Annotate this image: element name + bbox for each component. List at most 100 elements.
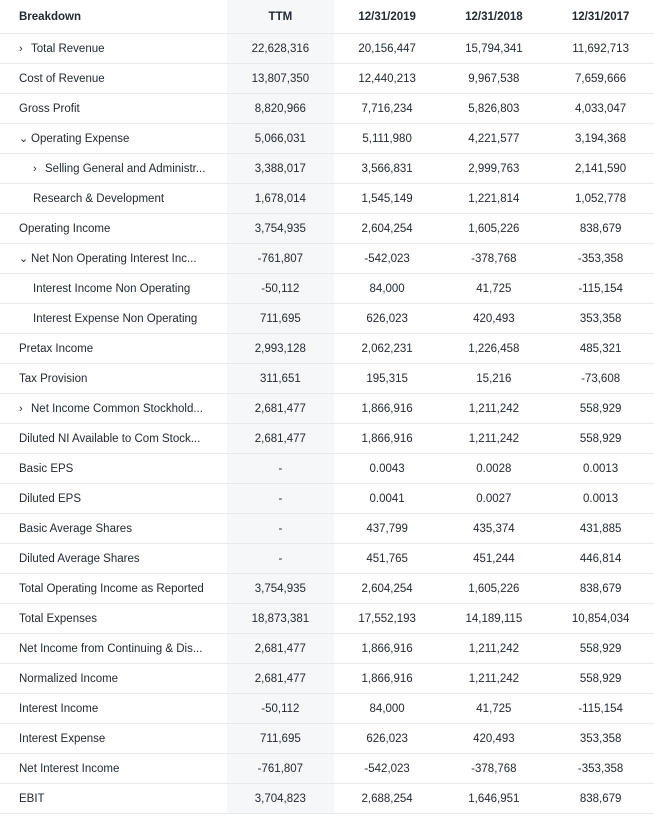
- value-cell: 1,866,916: [361, 642, 413, 655]
- value-cell: 1,226,458: [468, 342, 520, 355]
- table-row: Interest Expense Non Operating 711,695 6…: [0, 304, 654, 334]
- row-label: Interest Income Non Operating: [33, 282, 191, 295]
- row-label: Cost of Revenue: [19, 72, 105, 85]
- row-label: Diluted EPS: [19, 492, 82, 505]
- value-cell: -378,768: [471, 252, 517, 265]
- value-cell: -: [227, 484, 334, 513]
- row-label: Basic Average Shares: [19, 522, 132, 535]
- value-cell: 2,681,477: [227, 664, 334, 693]
- table-row: Operating Income 3,754,935 2,604,254 1,6…: [0, 214, 654, 244]
- period-header-2017: 12/31/2017: [571, 10, 630, 23]
- table-row[interactable]: › Selling General and Administr... 3,388,…: [0, 154, 654, 184]
- value-cell: 0.0043: [369, 462, 405, 475]
- value-cell: 3,194,368: [575, 132, 627, 145]
- value-cell: 7,659,666: [575, 72, 627, 85]
- table-row: Interest Income -50,112 84,000 41,725 -1…: [0, 694, 654, 724]
- value-cell: 2,604,254: [361, 222, 413, 235]
- row-label: Net Income from Continuing & Dis...: [19, 642, 203, 655]
- value-cell: 14,189,115: [465, 612, 523, 625]
- table-row[interactable]: › Total Revenue 22,628,316 20,156,447 15,…: [0, 34, 654, 64]
- chevron-right-icon[interactable]: ›: [19, 403, 31, 415]
- table-row: Pretax Income 2,993,128 2,062,231 1,226,…: [0, 334, 654, 364]
- period-header-ttm: TTM: [227, 0, 334, 33]
- table-row: Gross Profit 8,820,966 7,716,234 5,826,8…: [0, 94, 654, 124]
- value-cell: 437,799: [366, 522, 408, 535]
- value-cell: 353,358: [579, 732, 622, 745]
- row-label[interactable]: › Net Income Common Stockhold...: [0, 403, 227, 415]
- value-cell: -: [227, 544, 334, 573]
- table-row[interactable]: ⌄ Net Non Operating Interest Inc... -761,…: [0, 244, 654, 274]
- value-cell: 558,929: [579, 672, 622, 685]
- table-row[interactable]: › Net Income Common Stockhold... 2,681,47…: [0, 394, 654, 424]
- value-cell: 626,023: [366, 312, 408, 325]
- value-cell: 1,221,814: [468, 192, 520, 205]
- table-row[interactable]: ⌄ Operating Expense 5,066,031 5,111,980 4…: [0, 124, 654, 154]
- value-cell: -378,768: [471, 762, 517, 775]
- row-label: Tax Provision: [19, 372, 88, 385]
- value-cell: 0.0013: [583, 492, 619, 505]
- table-row: Net Interest Income -761,807 -542,023 -3…: [0, 754, 654, 784]
- row-label: Total Expenses: [19, 612, 97, 625]
- value-cell: 446,814: [579, 552, 622, 565]
- value-cell: 2,681,477: [227, 394, 334, 423]
- value-cell: 5,066,031: [227, 124, 334, 153]
- value-cell: 2,062,231: [361, 342, 413, 355]
- value-cell: 420,493: [473, 312, 515, 325]
- row-label: Total Operating Income as Reported: [19, 582, 204, 595]
- table-row: Total Operating Income as Reported 3,754…: [0, 574, 654, 604]
- row-label: Research & Development: [33, 192, 165, 205]
- value-cell: -115,154: [578, 702, 623, 715]
- table-row: Basic Average Shares - 437,799 435,374 4…: [0, 514, 654, 544]
- value-cell: 7,716,234: [361, 102, 413, 115]
- value-cell: 15,794,341: [465, 42, 523, 55]
- value-cell: 353,358: [579, 312, 622, 325]
- value-cell: 8,820,966: [227, 94, 334, 123]
- value-cell: 0.0013: [583, 462, 619, 475]
- value-cell: 17,552,193: [358, 612, 416, 625]
- row-label: Net Interest Income: [19, 762, 120, 775]
- period-header-2018: 12/31/2018: [465, 10, 523, 23]
- chevron-down-icon[interactable]: ⌄: [19, 252, 31, 265]
- row-label[interactable]: › Selling General and Administr...: [0, 163, 227, 175]
- value-cell: 1,211,242: [468, 402, 520, 415]
- table-row: Interest Income Non Operating -50,112 84…: [0, 274, 654, 304]
- value-cell: 2,993,128: [227, 334, 334, 363]
- value-cell: 2,681,477: [227, 634, 334, 663]
- chevron-right-icon[interactable]: ›: [33, 163, 45, 175]
- row-label: Interest Expense: [19, 732, 106, 745]
- row-label[interactable]: ⌄ Operating Expense: [0, 132, 227, 145]
- value-cell: 711,695: [227, 304, 334, 333]
- value-cell: -542,023: [364, 762, 410, 775]
- chevron-down-icon[interactable]: ⌄: [19, 132, 31, 145]
- value-cell: 1,605,226: [468, 222, 520, 235]
- value-cell: 1,211,242: [468, 642, 520, 655]
- value-cell: 2,688,254: [361, 792, 413, 805]
- table-row: Normalized Income 2,681,477 1,866,916 1,…: [0, 664, 654, 694]
- value-cell: 1,866,916: [361, 672, 413, 685]
- value-cell: 626,023: [366, 732, 408, 745]
- row-label[interactable]: ⌄ Net Non Operating Interest Inc...: [0, 252, 227, 265]
- row-label[interactable]: › Total Revenue: [0, 43, 227, 55]
- table-row: Research & Development 1,678,014 1,545,1…: [0, 184, 654, 214]
- value-cell: -761,807: [227, 754, 334, 783]
- value-cell: 435,374: [473, 522, 515, 535]
- value-cell: 1,866,916: [361, 432, 413, 445]
- value-cell: 84,000: [369, 702, 405, 715]
- value-cell: -115,154: [578, 282, 623, 295]
- value-cell: 5,111,980: [362, 132, 412, 145]
- table-row: Cost of Revenue 13,807,350 12,440,213 9,…: [0, 64, 654, 94]
- value-cell: -50,112: [227, 274, 334, 303]
- value-cell: 12,440,213: [358, 72, 416, 85]
- row-label: Interest Expense Non Operating: [33, 312, 198, 325]
- value-cell: 0.0028: [476, 462, 512, 475]
- row-label: Pretax Income: [19, 342, 94, 355]
- value-cell: 41,725: [476, 282, 512, 295]
- row-label: Operating Income: [19, 222, 111, 235]
- chevron-right-icon[interactable]: ›: [19, 43, 31, 55]
- value-cell: 20,156,447: [358, 42, 416, 55]
- value-cell: 15,216: [476, 372, 512, 385]
- value-cell: 1,211,242: [468, 672, 520, 685]
- value-cell: 1,052,778: [575, 192, 627, 205]
- value-cell: 311,651: [227, 364, 334, 393]
- value-cell: 4,033,047: [575, 102, 627, 115]
